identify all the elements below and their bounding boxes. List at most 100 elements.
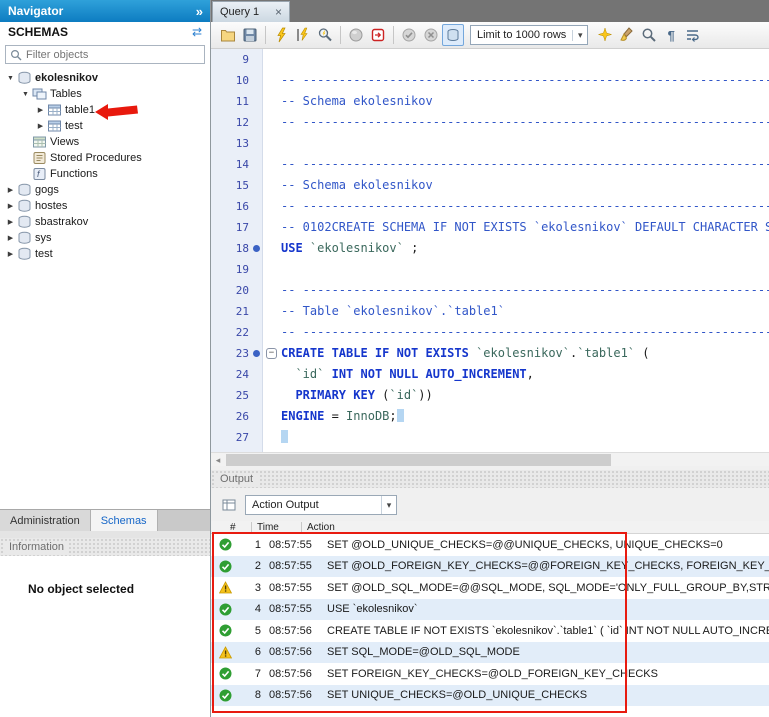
- code-line: 18USE `ekolesnikov` ;: [211, 238, 769, 259]
- commit-icon[interactable]: [398, 24, 420, 46]
- explain-icon[interactable]: [314, 24, 336, 46]
- scroll-left-arrow-icon[interactable]: ◂: [211, 453, 225, 467]
- row-time: 08:57:56: [269, 689, 323, 701]
- functions-icon: f: [32, 167, 49, 181]
- tree-item-sbastrakov[interactable]: ▶sbastrakov: [0, 214, 210, 230]
- output-row[interactable]: 608:57:56SET SQL_MODE=@OLD_SQL_MODE: [211, 642, 769, 664]
- refresh-icon[interactable]: ⇄: [192, 25, 202, 39]
- code-line: 25 PRIMARY KEY (`id`)): [211, 385, 769, 406]
- tree-item-stored-procedures[interactable]: Stored Procedures: [0, 150, 210, 166]
- schema-tree: ▼ekolesnikov▼Tables▶table1▶testViewsStor…: [0, 70, 210, 262]
- collapse-icon[interactable]: ▶: [4, 202, 17, 210]
- stop-icon[interactable]: [345, 24, 367, 46]
- collapse-icon[interactable]: ▶: [34, 106, 47, 114]
- output-row[interactable]: 508:57:56CREATE TABLE IF NOT EXISTS `eko…: [211, 620, 769, 642]
- expand-icon[interactable]: ▼: [19, 91, 32, 98]
- statement-marker-icon: [253, 350, 260, 357]
- tree-item-views[interactable]: Views: [0, 134, 210, 150]
- open-script-icon[interactable]: [217, 24, 239, 46]
- information-header: Information: [0, 538, 210, 556]
- expand-icon[interactable]: ▼: [4, 75, 17, 82]
- tree-item-label: test: [64, 120, 83, 132]
- column-separator[interactable]: [301, 522, 302, 533]
- sidebar-tab-bar: Administration Schemas: [0, 509, 210, 531]
- action-output-dropdown[interactable]: Action Output ▾: [245, 495, 397, 515]
- tree-item-sys[interactable]: ▶sys: [0, 230, 210, 246]
- output-row[interactable]: 308:57:55SET @OLD_SQL_MODE=@@SQL_MODE, S…: [211, 577, 769, 599]
- success-icon: [219, 624, 235, 637]
- limit-rows-dropdown[interactable]: Limit to 1000 rows▾: [470, 25, 588, 45]
- tab-administration[interactable]: Administration: [0, 510, 91, 531]
- broom-icon[interactable]: [616, 24, 638, 46]
- code-line: 22-- -----------------------------------…: [211, 322, 769, 343]
- column-separator[interactable]: [251, 522, 252, 533]
- collapse-icon[interactable]: ▶: [4, 250, 17, 258]
- autocommit-icon[interactable]: [442, 24, 464, 46]
- code-text: -- -------------------------------------…: [281, 280, 769, 301]
- code-line: 9: [211, 49, 769, 70]
- code-text: -- -------------------------------------…: [281, 154, 769, 175]
- tab-query-1[interactable]: Query 1 ×: [212, 1, 290, 22]
- output-row[interactable]: 808:57:56SET UNIQUE_CHECKS=@OLD_UNIQUE_C…: [211, 685, 769, 707]
- row-index: 1: [235, 539, 261, 551]
- line-number: 10: [211, 70, 249, 91]
- tree-item-tables[interactable]: ▼Tables: [0, 86, 210, 102]
- tree-item-ekolesnikov[interactable]: ▼ekolesnikov: [0, 70, 210, 86]
- tree-item-table1[interactable]: ▶table1: [0, 102, 210, 118]
- tree-item-functions[interactable]: fFunctions: [0, 166, 210, 182]
- row-action: USE `ekolesnikov`: [327, 603, 769, 615]
- code-line: 11-- Schema ekolesnikov: [211, 91, 769, 112]
- tree-item-label: Views: [49, 136, 79, 148]
- close-icon[interactable]: ×: [275, 6, 282, 18]
- save-script-icon[interactable]: [239, 24, 261, 46]
- tree-item-test[interactable]: ▶test: [0, 246, 210, 262]
- output-row[interactable]: 708:57:56SET FOREIGN_KEY_CHECKS=@OLD_FOR…: [211, 663, 769, 685]
- line-number: 24: [211, 364, 249, 385]
- find-icon[interactable]: [638, 24, 660, 46]
- tab-schemas[interactable]: Schemas: [91, 510, 158, 531]
- code-text: PRIMARY KEY (`id`)): [281, 385, 769, 406]
- line-number: 22: [211, 322, 249, 343]
- views-icon: [32, 135, 49, 149]
- code-text: -- Table `ekolesnikov`.`table1`: [281, 301, 769, 322]
- no-object-text: No object selected: [0, 556, 210, 596]
- output-row[interactable]: 208:57:55SET @OLD_FOREIGN_KEY_CHECKS=@@F…: [211, 556, 769, 578]
- code-line: 14-- -----------------------------------…: [211, 154, 769, 175]
- sql-editor[interactable]: 910 -- ----------------------------------…: [211, 49, 769, 452]
- tree-item-hostes[interactable]: ▶hostes: [0, 198, 210, 214]
- collapse-icon[interactable]: ▶: [4, 234, 17, 242]
- code-text: `id` INT NOT NULL AUTO_INCREMENT,: [281, 364, 769, 385]
- row-action: SET @OLD_UNIQUE_CHECKS=@@UNIQUE_CHECKS, …: [327, 539, 769, 551]
- output-rows: 108:57:55SET @OLD_UNIQUE_CHECKS=@@UNIQUE…: [211, 534, 769, 717]
- chevron-down-icon[interactable]: ▾: [572, 30, 587, 41]
- output-row[interactable]: 108:57:55SET @OLD_UNIQUE_CHECKS=@@UNIQUE…: [211, 534, 769, 556]
- toggle-stop-on-error-icon[interactable]: [367, 24, 389, 46]
- fold-minus-icon[interactable]: −: [266, 348, 277, 359]
- scrollbar-thumb[interactable]: [226, 454, 611, 466]
- code-line: 23−CREATE TABLE IF NOT EXISTS `ekolesnik…: [211, 343, 769, 364]
- schema-icon: [17, 71, 34, 85]
- beautify-icon[interactable]: [594, 24, 616, 46]
- search-icon: [10, 49, 22, 61]
- panel-collapse-icon[interactable]: »: [196, 4, 202, 19]
- tree-item-gogs[interactable]: ▶gogs: [0, 182, 210, 198]
- wrap-text-icon[interactable]: [682, 24, 704, 46]
- information-body: No object selected: [0, 556, 210, 717]
- row-time: 08:57:56: [269, 646, 323, 658]
- success-icon: [219, 667, 235, 680]
- output-row[interactable]: 408:57:55USE `ekolesnikov`: [211, 599, 769, 621]
- execute-icon[interactable]: [270, 24, 292, 46]
- invisible-chars-icon[interactable]: ¶: [660, 24, 682, 46]
- panel-splitter[interactable]: [0, 531, 210, 538]
- rollback-icon[interactable]: [420, 24, 442, 46]
- navigator-title-bar[interactable]: Navigator »: [0, 0, 210, 22]
- editor-horizontal-scrollbar[interactable]: ◂: [211, 452, 769, 466]
- filter-input[interactable]: [22, 49, 200, 61]
- code-line: 19: [211, 259, 769, 280]
- tree-item-test[interactable]: ▶ test: [0, 118, 210, 134]
- collapse-icon[interactable]: ▶: [4, 218, 17, 226]
- collapse-icon[interactable]: ▶: [34, 122, 47, 130]
- execute-current-statement-icon[interactable]: [292, 24, 314, 46]
- collapse-icon[interactable]: ▶: [4, 186, 17, 194]
- editor-tab-strip: Query 1 ×: [211, 0, 769, 22]
